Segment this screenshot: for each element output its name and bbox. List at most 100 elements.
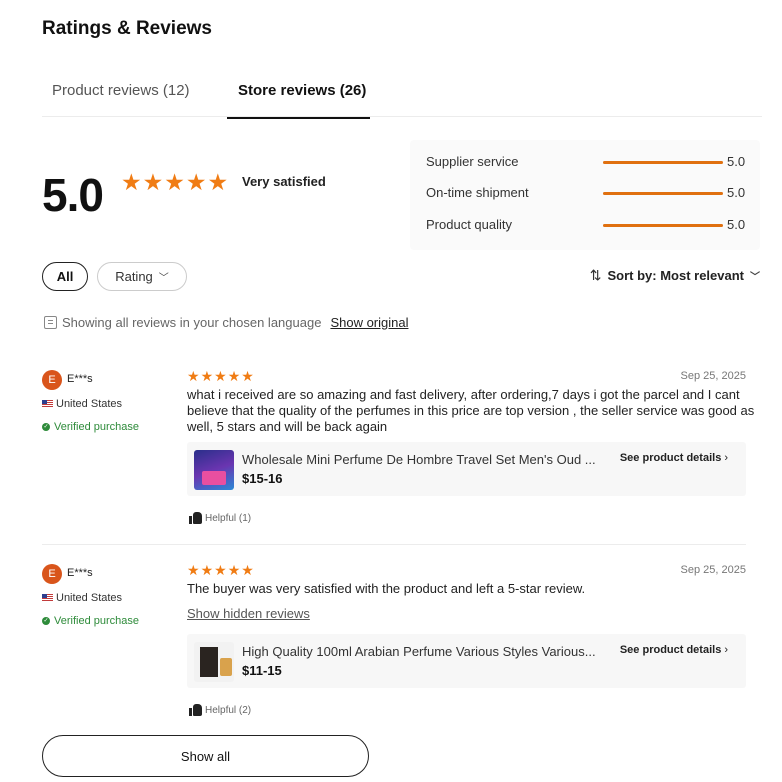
helpful-button[interactable]: Helpful (1) xyxy=(189,512,251,524)
filter-rating-dropdown[interactable]: Rating ﹀ xyxy=(97,262,187,291)
star-icon: ★ xyxy=(200,562,214,578)
metric-label: Supplier service xyxy=(426,154,519,169)
filter-all-button[interactable]: All xyxy=(42,262,88,291)
review-text: The buyer was very satisfied with the pr… xyxy=(187,581,586,596)
overall-stars: ★ ★ ★ ★ ★ xyxy=(121,170,228,194)
translate-icon xyxy=(44,316,57,329)
star-icon: ★ xyxy=(121,169,142,195)
metric-bar xyxy=(603,224,723,227)
helpful-label: Helpful (1) xyxy=(205,512,252,524)
star-icon: ★ xyxy=(164,169,185,195)
country-label: United States xyxy=(56,398,123,410)
metric-supplier-service: Supplier service 5.0 xyxy=(426,152,756,172)
star-icon: ★ xyxy=(200,368,214,384)
show-original-link[interactable]: Show original xyxy=(330,315,408,330)
product-card[interactable]: Wholesale Mini Perfume De Hombre Travel … xyxy=(187,442,746,496)
chevron-right-icon: › xyxy=(724,644,728,656)
store-metrics-panel: Supplier service 5.0 On-time shipment 5.… xyxy=(410,140,760,250)
reviewer-country: United States xyxy=(42,592,122,604)
check-icon: ✓ xyxy=(42,423,50,431)
thumbs-up-icon xyxy=(189,704,202,716)
product-thumbnail xyxy=(194,450,234,490)
language-notice: Showing all reviews in your chosen langu… xyxy=(44,315,408,330)
tabs-divider xyxy=(42,116,762,117)
review-date: Sep 25, 2025 xyxy=(680,564,746,576)
check-icon: ✓ xyxy=(42,617,50,625)
star-icon: ★ xyxy=(187,562,200,578)
us-flag-icon xyxy=(42,594,53,602)
us-flag-icon xyxy=(42,400,53,408)
details-label: See product details xyxy=(619,452,722,464)
review-stars: ★ ★ ★ ★ ★ xyxy=(187,369,254,383)
metric-label: Product quality xyxy=(426,217,512,232)
reviewer-name: E***s xyxy=(67,373,93,385)
star-icon: ★ xyxy=(241,368,254,384)
metric-on-time-shipment: On-time shipment 5.0 xyxy=(426,183,756,203)
show-hidden-reviews-link[interactable]: Show hidden reviews xyxy=(187,606,310,621)
product-name: High Quality 100ml Arabian Perfume Vario… xyxy=(242,644,596,659)
metric-label: On-time shipment xyxy=(426,185,529,200)
metric-bar-fill xyxy=(603,224,723,227)
metric-bar-fill xyxy=(603,192,723,195)
filter-rating-label: Rating xyxy=(115,269,153,284)
product-price: $15-16 xyxy=(242,471,283,486)
review-tabs: Product reviews (12) Store reviews (26) xyxy=(0,72,782,119)
sentiment-label: Very satisfied xyxy=(242,174,326,189)
product-price: $11-15 xyxy=(242,663,282,678)
avatar: E xyxy=(42,370,62,390)
thumbs-up-icon xyxy=(189,512,202,524)
review-text: what i received are so amazing and fast … xyxy=(187,387,755,434)
reviewer-name: E***s xyxy=(67,567,93,579)
metric-value: 5.0 xyxy=(727,185,746,200)
reviewer-country: United States xyxy=(42,398,122,410)
verified-label: Verified purchase xyxy=(54,421,139,433)
active-tab-indicator xyxy=(227,117,371,119)
show-all-button[interactable]: Show all xyxy=(42,735,369,777)
review-stars: ★ ★ ★ ★ ★ xyxy=(187,563,254,577)
star-icon: ★ xyxy=(142,169,164,195)
verified-label: Verified purchase xyxy=(54,615,139,627)
avatar: E xyxy=(42,564,62,584)
verified-badge: ✓ Verified purchase xyxy=(42,615,139,627)
metric-value: 5.0 xyxy=(727,217,746,232)
product-thumbnail xyxy=(194,642,234,682)
star-icon: ★ xyxy=(187,368,200,384)
helpful-button[interactable]: Helpful (2) xyxy=(189,704,251,716)
star-icon: ★ xyxy=(214,368,227,384)
tab-store-reviews-label: Store reviews (26) xyxy=(238,82,367,99)
star-icon: ★ xyxy=(185,169,207,195)
metric-bar xyxy=(603,161,723,164)
chevron-down-icon: ﹀ xyxy=(750,272,760,283)
metric-product-quality: Product quality 5.0 xyxy=(426,215,756,235)
perfume-box-shape xyxy=(200,647,218,677)
page-title: Ratings & Reviews xyxy=(42,18,212,39)
star-icon: ★ xyxy=(227,562,241,578)
see-product-details-link[interactable]: See product details › xyxy=(620,644,728,656)
star-icon: ★ xyxy=(227,368,241,384)
overall-score: 5.0 xyxy=(42,169,104,221)
chevron-right-icon: › xyxy=(724,452,728,464)
metric-value: 5.0 xyxy=(727,154,746,169)
perfume-bottle-shape xyxy=(220,658,232,676)
tab-store-reviews[interactable]: Store reviews (26) xyxy=(227,82,371,119)
star-icon: ★ xyxy=(214,562,227,578)
review-divider xyxy=(42,544,746,545)
product-name: Wholesale Mini Perfume De Hombre Travel … xyxy=(242,452,596,467)
sort-label: Sort by: Most relevant xyxy=(607,268,744,283)
metric-bar-fill xyxy=(603,161,723,164)
chevron-down-icon: ﹀ xyxy=(158,273,169,284)
helpful-label: Helpful (2) xyxy=(205,704,252,716)
star-icon: ★ xyxy=(241,562,254,578)
metric-bar xyxy=(603,192,723,195)
details-label: See product details xyxy=(619,644,722,656)
review-date: Sep 25, 2025 xyxy=(680,370,746,382)
language-notice-text: Showing all reviews in your chosen langu… xyxy=(62,315,322,330)
see-product-details-link[interactable]: See product details › xyxy=(620,452,728,464)
country-label: United States xyxy=(56,592,123,604)
sort-icon: ⇅ xyxy=(589,267,602,283)
tab-product-reviews[interactable]: Product reviews (12) xyxy=(52,82,190,99)
sort-dropdown[interactable]: ⇅ Sort by: Most relevant ﹀ xyxy=(590,267,760,284)
product-card[interactable]: High Quality 100ml Arabian Perfume Vario… xyxy=(187,634,746,688)
verified-badge: ✓ Verified purchase xyxy=(42,421,139,433)
star-icon: ★ xyxy=(207,169,229,195)
